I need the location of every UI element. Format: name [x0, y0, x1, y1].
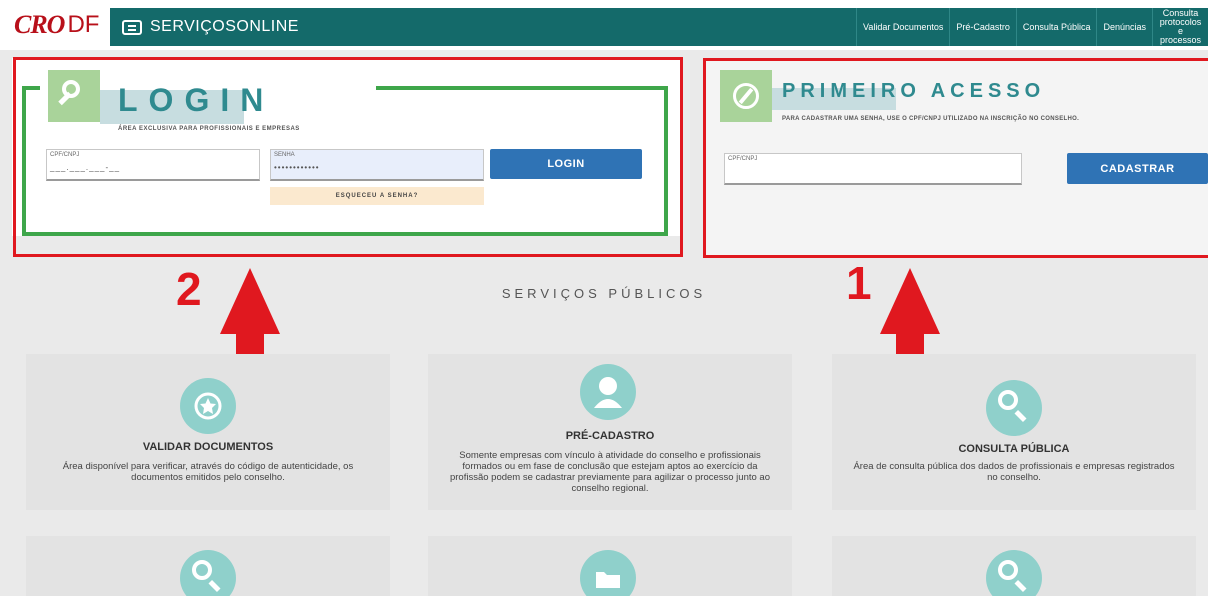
login-button[interactable]: LOGIN	[490, 149, 642, 179]
nav-consulta-protocolos[interactable]: Consulta protocolos e processos	[1152, 8, 1208, 46]
cpf-field-value: ___.___.___-__	[50, 163, 121, 172]
password-field-value: ••••••••••••	[274, 163, 320, 172]
service-card-pre-cadastro-title: PRÉ-CADASTRO	[565, 430, 655, 442]
service-card-validar-desc: Área disponível para verificar, através …	[62, 461, 354, 483]
first-access-subtitle: PARA CADASTRAR UMA SENHA, USE O CPF/CNPJ…	[782, 116, 1080, 122]
seal-icon	[180, 378, 236, 434]
cpf-field-label: CPF/CNPJ	[50, 152, 80, 158]
search-icon-handle	[1014, 579, 1027, 593]
annotation-arrow-1-head	[880, 268, 940, 334]
search-icon	[986, 380, 1042, 436]
service-card-validar-title: VALIDAR DOCUMENTOS	[142, 441, 274, 453]
services-app-icon	[122, 20, 142, 35]
cpf-field[interactable]: CPF/CNPJ ___.___.___-__	[46, 149, 260, 181]
app-title[interactable]: SERVIÇOSONLINE	[150, 18, 299, 36]
nav-denuncias[interactable]: Denúncias	[1096, 8, 1152, 46]
nav-links: Validar Documentos Pré-Cadastro Consulta…	[856, 8, 1208, 46]
user-icon	[580, 364, 636, 420]
logo-suffix-text: DF	[67, 11, 100, 38]
folder-icon	[580, 550, 636, 596]
login-title: LOGIN	[118, 82, 275, 118]
search-icon-handle	[1014, 409, 1027, 423]
annotation-arrow-2-head	[220, 268, 280, 334]
search-icon-ring	[192, 560, 212, 580]
password-field[interactable]: SENHA ••••••••••••	[270, 149, 484, 181]
services-section-title: SERVIÇOS PÚBLICOS	[501, 286, 707, 301]
nav-consulta-protocolos-line1: Consulta protocolos	[1159, 8, 1202, 27]
logo-main-text: CRO	[14, 10, 65, 39]
folder-icon-svg	[596, 572, 620, 588]
first-access-title: PRIMEIRO ACESSO	[782, 80, 1046, 102]
nav-pre-cadastro[interactable]: Pré-Cadastro	[949, 8, 1016, 46]
search-icon-handle	[208, 579, 221, 593]
password-field-label: SENHA	[274, 152, 295, 158]
nav-consulta-publica[interactable]: Consulta Pública	[1015, 8, 1097, 46]
nav-consulta-protocolos-line2: e processos	[1159, 26, 1202, 45]
top-header: CRO DF SERVIÇOSONLINE Validar Documentos…	[0, 0, 1208, 50]
search-icon-ring	[998, 390, 1018, 410]
search-icon-ring	[998, 560, 1018, 580]
service-card-consulta-title: CONSULTA PÚBLICA	[958, 443, 1070, 455]
service-card-pre-cadastro-desc: Somente empresas com vínculo à atividade…	[449, 450, 770, 494]
first-access-cpf-field[interactable]: CPF/CNPJ	[724, 153, 1022, 185]
service-card-consulta-desc: Área de consulta pública dos dados de pr…	[853, 461, 1175, 483]
seal-icon-svg	[194, 392, 222, 420]
first-access-cpf-label: CPF/CNPJ	[728, 156, 758, 162]
annotation-number-1: 1	[846, 257, 872, 309]
cro-df-logo[interactable]: CRO DF	[14, 8, 99, 42]
register-button[interactable]: CADASTRAR	[1067, 153, 1208, 184]
nav-validar-documentos[interactable]: Validar Documentos	[856, 8, 949, 46]
login-subtitle: ÁREA EXCLUSIVA PARA PROFISSIONAIS E EMPR…	[118, 126, 300, 132]
user-icon-svg	[594, 377, 622, 408]
forgot-password-button[interactable]: ESQUECEU A SENHA?	[270, 187, 484, 205]
main-navbar: SERVIÇOSONLINE Validar Documentos Pré-Ca…	[110, 8, 1208, 46]
